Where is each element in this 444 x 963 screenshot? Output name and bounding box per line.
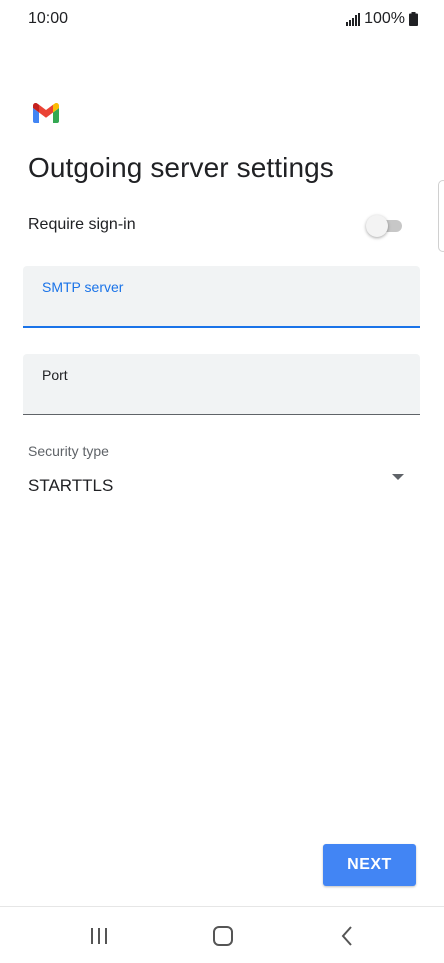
port-input[interactable] (42, 386, 402, 408)
status-bar: 10:00 100% (0, 0, 444, 38)
edge-panel-handle[interactable] (438, 180, 444, 252)
back-icon[interactable] (332, 921, 362, 951)
security-type-value: STARTTLS (28, 476, 114, 495)
gmail-logo-icon (33, 103, 59, 123)
require-sign-in-toggle[interactable] (366, 214, 404, 238)
status-icons: 100% (346, 10, 418, 28)
toggle-thumb (366, 215, 388, 237)
battery-icon (409, 12, 418, 26)
status-time: 10:00 (28, 10, 69, 27)
security-type-dropdown[interactable]: STARTTLS (28, 470, 416, 502)
signal-icon (346, 12, 361, 26)
battery-percent: 100% (364, 10, 405, 27)
port-field[interactable]: Port (23, 354, 420, 415)
security-type-label: Security type (28, 443, 109, 459)
home-icon[interactable] (208, 921, 238, 951)
page-title: Outgoing server settings (28, 152, 334, 183)
smtp-server-input[interactable] (42, 298, 402, 320)
smtp-server-field[interactable]: SMTP server (23, 266, 420, 328)
dropdown-arrow-icon (392, 474, 404, 480)
recent-apps-icon[interactable] (84, 921, 114, 951)
smtp-server-label: SMTP server (42, 279, 124, 295)
next-button[interactable]: NEXT (323, 844, 416, 886)
navigation-bar (0, 906, 444, 963)
port-label: Port (42, 367, 68, 383)
require-sign-in-label: Require sign-in (28, 216, 136, 233)
